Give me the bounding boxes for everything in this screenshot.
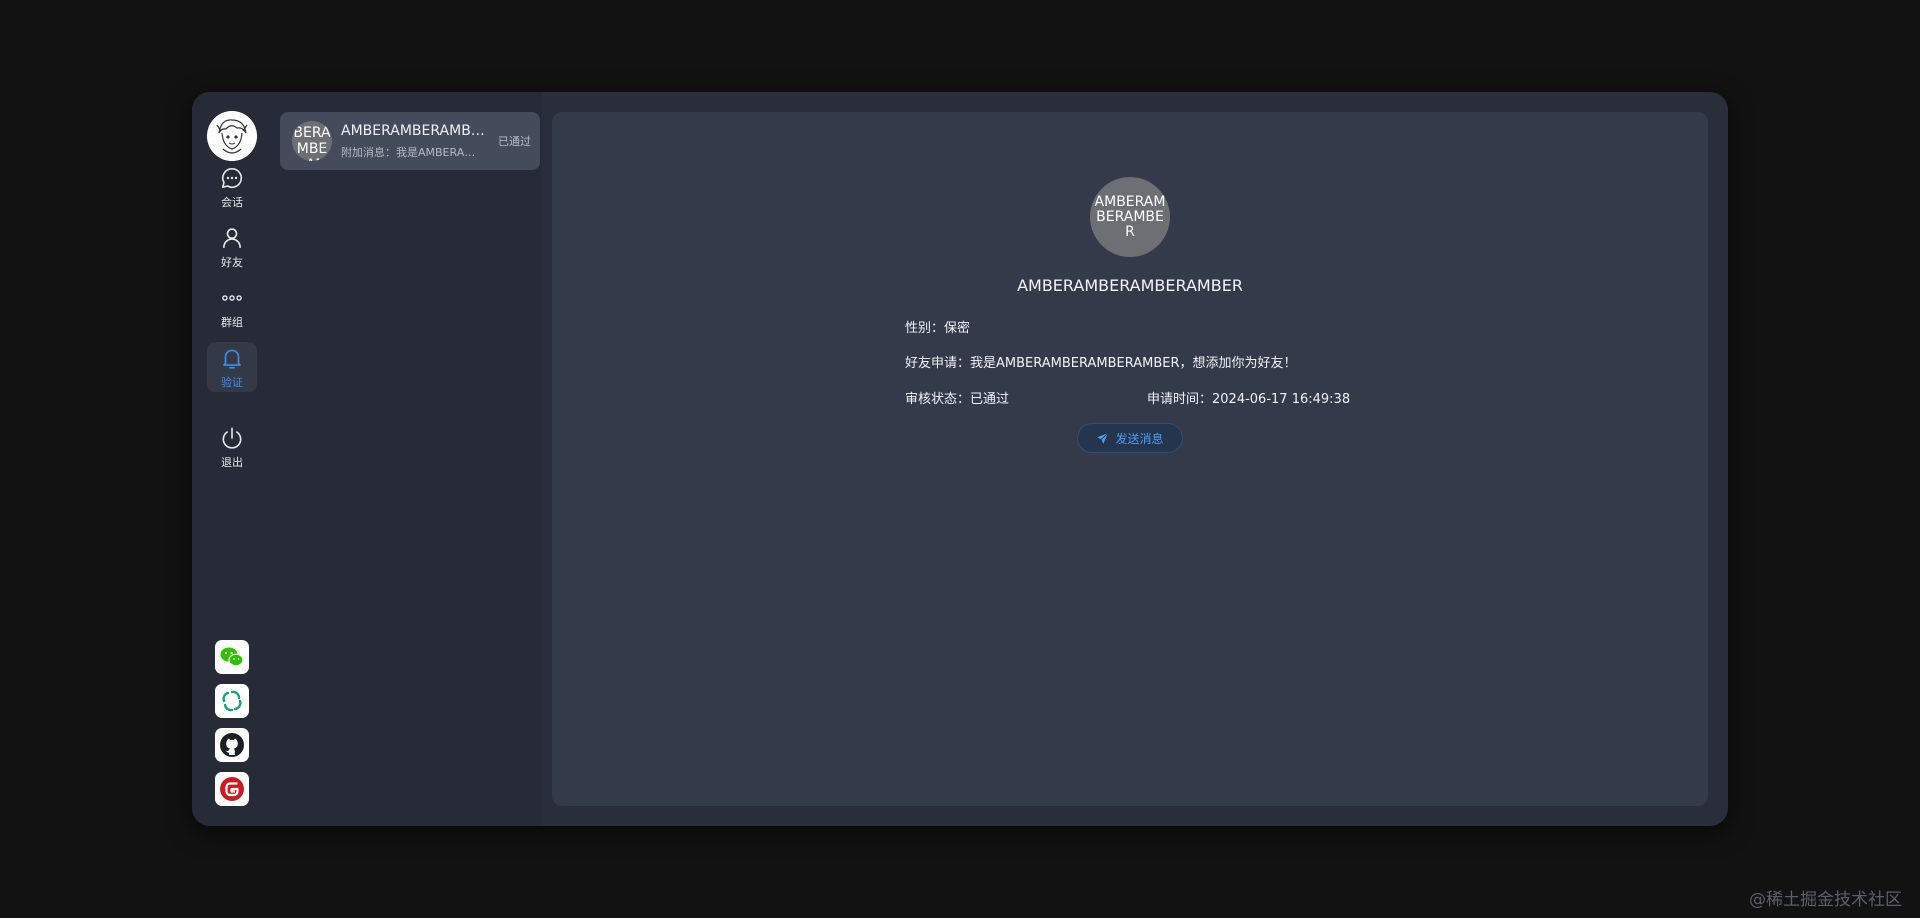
request-time-value: 2024-06-17 16:49:38 bbox=[1212, 392, 1351, 407]
gender-row: 性别：保密 bbox=[905, 317, 970, 336]
detail-name: AMBERAMBERAMBERAMBER bbox=[1017, 276, 1243, 295]
nav-label-friends: 好友 bbox=[221, 255, 243, 269]
bell-icon bbox=[223, 349, 241, 369]
request-detail-panel: AMBERAMBERAMBER AMBERAMBERAMBERAMBER 性别：… bbox=[552, 112, 1708, 806]
wechat-icon bbox=[220, 647, 244, 667]
nav-label-verify: 验证 bbox=[221, 375, 243, 389]
chatgpt-link[interactable] bbox=[215, 684, 249, 718]
review-status-row: 审核状态：已通过 bbox=[905, 388, 1009, 407]
friend-request-text: 我是AMBERAMBERAMBERAMBER，想添加你为好友！ bbox=[970, 356, 1297, 371]
nav-item-verify[interactable]: 验证 bbox=[207, 342, 257, 392]
nav-item-logout[interactable]: 退出 bbox=[207, 422, 257, 472]
nav-item-chat[interactable]: 会话 bbox=[207, 162, 257, 212]
request-avatar: AMBERAMBERAMBERAMBER bbox=[292, 121, 332, 161]
gitee-link[interactable] bbox=[215, 772, 249, 806]
user-avatar[interactable] bbox=[207, 111, 257, 161]
nav-item-groups[interactable]: 群组 bbox=[207, 282, 257, 332]
nav-label-chat: 会话 bbox=[221, 195, 243, 209]
chat-icon bbox=[221, 167, 243, 188]
user-icon bbox=[223, 227, 241, 248]
nav-item-friends[interactable]: 好友 bbox=[207, 222, 257, 272]
anime-avatar-icon bbox=[207, 111, 257, 161]
nav-label-groups: 群组 bbox=[221, 315, 243, 329]
request-status: 已通过 bbox=[498, 135, 531, 148]
request-time-label: 申请时间： bbox=[1147, 392, 1213, 407]
watermark: @稀土掘金技术社区 bbox=[1749, 890, 1902, 910]
send-icon bbox=[1097, 432, 1109, 444]
send-message-label: 发送消息 bbox=[1115, 431, 1164, 446]
power-icon bbox=[222, 426, 242, 449]
sidebar: 会话 好友 群组 验证 退出 bbox=[192, 92, 274, 826]
send-message-button[interactable]: 发送消息 bbox=[1077, 423, 1183, 453]
chatgpt-icon bbox=[222, 690, 242, 712]
github-icon bbox=[220, 733, 244, 757]
nav-label-logout: 退出 bbox=[221, 455, 243, 469]
gitee-icon bbox=[220, 777, 244, 801]
friend-request-row: 好友申请：我是AMBERAMBERAMBERAMBER，想添加你为好友！ bbox=[905, 352, 1297, 371]
detail-avatar: AMBERAMBERAMBER bbox=[1090, 177, 1170, 257]
request-list-item[interactable]: AMBERAMBERAMBERAMBER AMBERAMBERAMBERAMBE… bbox=[280, 112, 540, 170]
request-list-panel: AMBERAMBERAMBERAMBER AMBERAMBERAMBERAMBE… bbox=[274, 92, 542, 826]
gender-value: 保密 bbox=[944, 321, 971, 336]
request-time-row: 申请时间：2024-06-17 16:49:38 bbox=[1147, 388, 1350, 407]
friend-request-label: 好友申请： bbox=[905, 356, 971, 371]
gender-label: 性别： bbox=[905, 321, 945, 336]
request-message: 附加消息：我是AMBERAMBERAMBERAMBER，想添加你为好友！ bbox=[341, 146, 481, 159]
github-link[interactable] bbox=[215, 728, 249, 762]
group-dots-icon bbox=[222, 294, 242, 301]
wechat-link[interactable] bbox=[215, 640, 249, 674]
review-status-label: 审核状态： bbox=[905, 392, 971, 407]
review-status-value: 已通过 bbox=[970, 392, 1010, 407]
request-name: AMBERAMBERAMBERAMBER bbox=[341, 123, 486, 139]
app-window: 会话 好友 群组 验证 退出 BERAMBE AMBERAMBERAMBER 附… bbox=[192, 92, 1728, 826]
